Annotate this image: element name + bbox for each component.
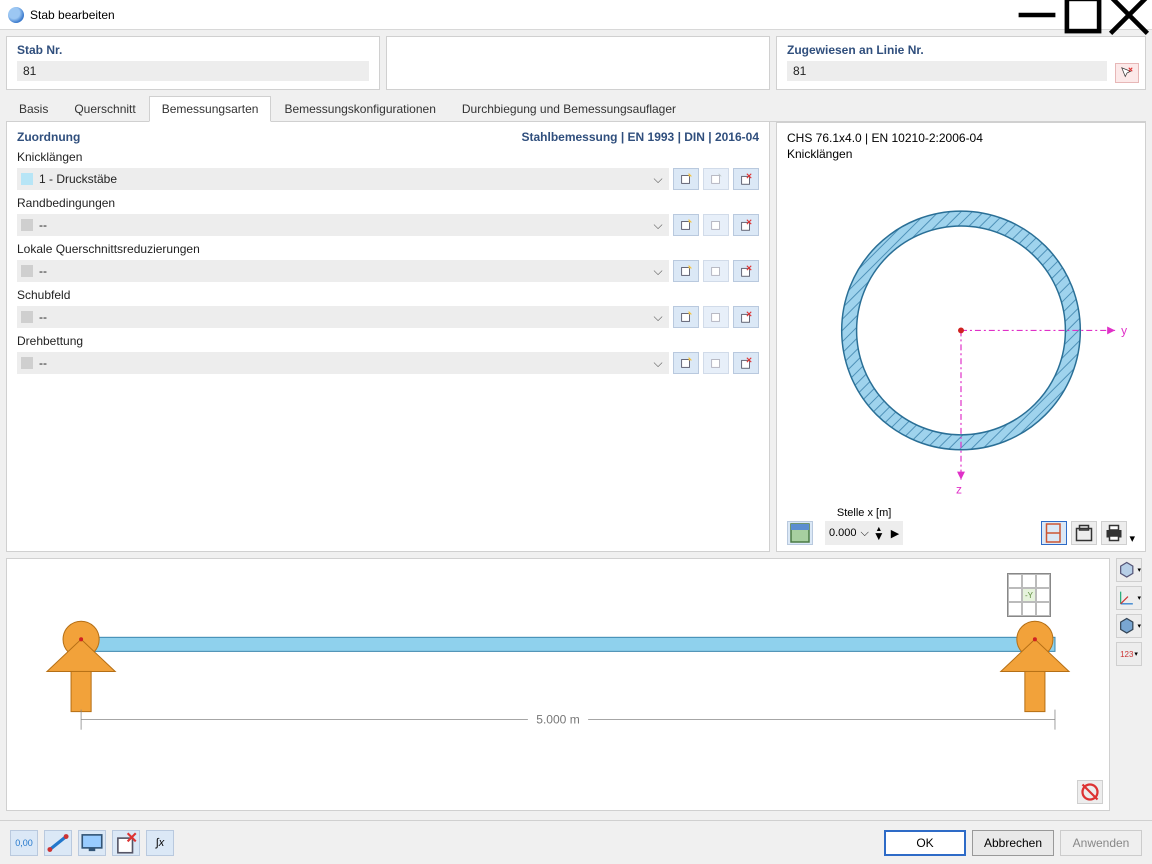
line-number-input[interactable] <box>787 61 1107 81</box>
apply-button[interactable]: Anwenden <box>1060 830 1142 856</box>
section-subtitle: Knicklängen <box>787 147 1135 163</box>
schubfeld-value: -- <box>39 310 651 324</box>
schubfeld-dropdown[interactable]: -- ⌵ <box>17 306 669 328</box>
view-mode-icon[interactable] <box>1041 521 1067 545</box>
save-view-icon[interactable] <box>1071 521 1097 545</box>
pick-line-icon[interactable] <box>1115 63 1139 83</box>
chevron-down-icon: ⌵ <box>651 310 665 325</box>
lokal-label: Lokale Querschnittsreduzierungen <box>17 242 759 256</box>
tab-bemessungsarten[interactable]: Bemessungsarten <box>149 96 272 122</box>
knicklaengen-value: 1 - Druckstäbe <box>39 172 651 186</box>
color-swatch-icon <box>21 311 33 323</box>
randbedingungen-value: -- <box>39 218 651 232</box>
chevron-down-icon: ⌵ <box>651 218 665 233</box>
axes-icon[interactable]: ▾ <box>1116 586 1142 610</box>
units-icon[interactable]: 0,00 <box>10 830 38 856</box>
ok-button[interactable]: OK <box>884 830 966 856</box>
new-icon[interactable] <box>673 260 699 282</box>
tab-row: Basis Querschnitt Bemessungsarten Bemess… <box>6 96 1146 122</box>
stab-number-label: Stab Nr. <box>17 43 369 57</box>
beam-length-label: 5.000 m <box>536 713 579 727</box>
delete-icon[interactable] <box>733 352 759 374</box>
lokal-value: -- <box>39 264 651 278</box>
app-icon <box>8 7 24 23</box>
view-orientation-widget[interactable] <box>1007 573 1051 617</box>
line-number-panel: Zugewiesen an Linie Nr. <box>776 36 1146 90</box>
stelle-label: Stelle x [m] <box>825 507 903 519</box>
render-toggle-icon[interactable] <box>787 521 813 545</box>
numbers-icon[interactable]: 123▾ <box>1116 642 1142 666</box>
stelle-spinner[interactable]: 0.000 ⌵ ▲▼ ▶ <box>825 521 903 545</box>
new-icon[interactable] <box>673 214 699 236</box>
stab-number-input[interactable] <box>17 61 369 81</box>
chevron-down-icon: ⌵ <box>651 356 665 371</box>
stelle-value: 0.000 <box>829 527 857 539</box>
close-button[interactable] <box>1106 0 1152 30</box>
drehbettung-value: -- <box>39 356 651 370</box>
minimize-button[interactable] <box>1014 0 1060 30</box>
edit-icon[interactable] <box>703 168 729 190</box>
drehbettung-dropdown[interactable]: -- ⌵ <box>17 352 669 374</box>
lokal-dropdown[interactable]: -- ⌵ <box>17 260 669 282</box>
shade-icon[interactable]: ▾ <box>1116 614 1142 638</box>
display-icon[interactable] <box>78 830 106 856</box>
new-icon[interactable] <box>673 168 699 190</box>
maximize-button[interactable] <box>1060 0 1106 30</box>
print-menu-caret-icon[interactable]: ▾ <box>1129 532 1135 545</box>
middle-panel <box>386 36 770 90</box>
delete-icon[interactable] <box>733 306 759 328</box>
edit-icon[interactable] <box>703 352 729 374</box>
new-icon[interactable] <box>673 352 699 374</box>
edit-icon[interactable] <box>703 260 729 282</box>
tab-bemessungskonfig[interactable]: Bemessungskonfigurationen <box>271 96 448 122</box>
axis-y-label: y <box>1121 324 1127 338</box>
beam-view[interactable]: 5.000 m <box>6 558 1110 811</box>
color-swatch-icon <box>21 173 33 185</box>
cross-section-view[interactable]: y z <box>787 164 1135 507</box>
axis-z-label: z <box>956 483 962 497</box>
view3d-icon[interactable]: ▾ <box>1116 558 1142 582</box>
line-number-label: Zugewiesen an Linie Nr. <box>787 43 1135 57</box>
delete-icon[interactable] <box>112 830 140 856</box>
tab-querschnitt[interactable]: Querschnitt <box>61 96 148 122</box>
zuordnung-title: Zuordnung <box>17 130 80 144</box>
color-swatch-icon <box>21 357 33 369</box>
tab-basis[interactable]: Basis <box>6 96 61 122</box>
spin-up-down-icon[interactable]: ▲▼ <box>873 527 885 539</box>
print-icon[interactable] <box>1101 521 1127 545</box>
zuordnung-badge: Stahlbemessung | EN 1993 | DIN | 2016-04 <box>521 130 759 144</box>
color-swatch-icon <box>21 219 33 231</box>
delete-icon[interactable] <box>733 260 759 282</box>
randbedingungen-label: Randbedingungen <box>17 196 759 210</box>
member-icon[interactable] <box>44 830 72 856</box>
step-right-icon[interactable]: ▶ <box>891 527 899 540</box>
chevron-down-icon: ⌵ <box>651 172 665 187</box>
section-title: CHS 76.1x4.0 | EN 10210-2:2006-04 <box>787 131 1135 147</box>
knicklaengen-label: Knicklängen <box>17 150 759 164</box>
color-swatch-icon <box>21 265 33 277</box>
reset-view-icon[interactable] <box>1077 780 1103 804</box>
knicklaengen-dropdown[interactable]: 1 - Druckstäbe ⌵ <box>17 168 669 190</box>
stab-number-panel: Stab Nr. <box>6 36 380 90</box>
schubfeld-label: Schubfeld <box>17 288 759 302</box>
delete-icon[interactable] <box>733 168 759 190</box>
edit-icon[interactable] <box>703 306 729 328</box>
cancel-button[interactable]: Abbrechen <box>972 830 1054 856</box>
tab-durchbiegung[interactable]: Durchbiegung und Bemessungsauflager <box>449 96 689 122</box>
chevron-down-icon: ⌵ <box>651 264 665 279</box>
formula-icon[interactable]: ∫x <box>146 830 174 856</box>
chevron-down-icon[interactable]: ⌵ <box>861 527 869 540</box>
drehbettung-label: Drehbettung <box>17 334 759 348</box>
edit-icon[interactable] <box>703 214 729 236</box>
randbedingungen-dropdown[interactable]: -- ⌵ <box>17 214 669 236</box>
delete-icon[interactable] <box>733 214 759 236</box>
new-icon[interactable] <box>673 306 699 328</box>
window-title: Stab bearbeiten <box>30 8 1014 22</box>
